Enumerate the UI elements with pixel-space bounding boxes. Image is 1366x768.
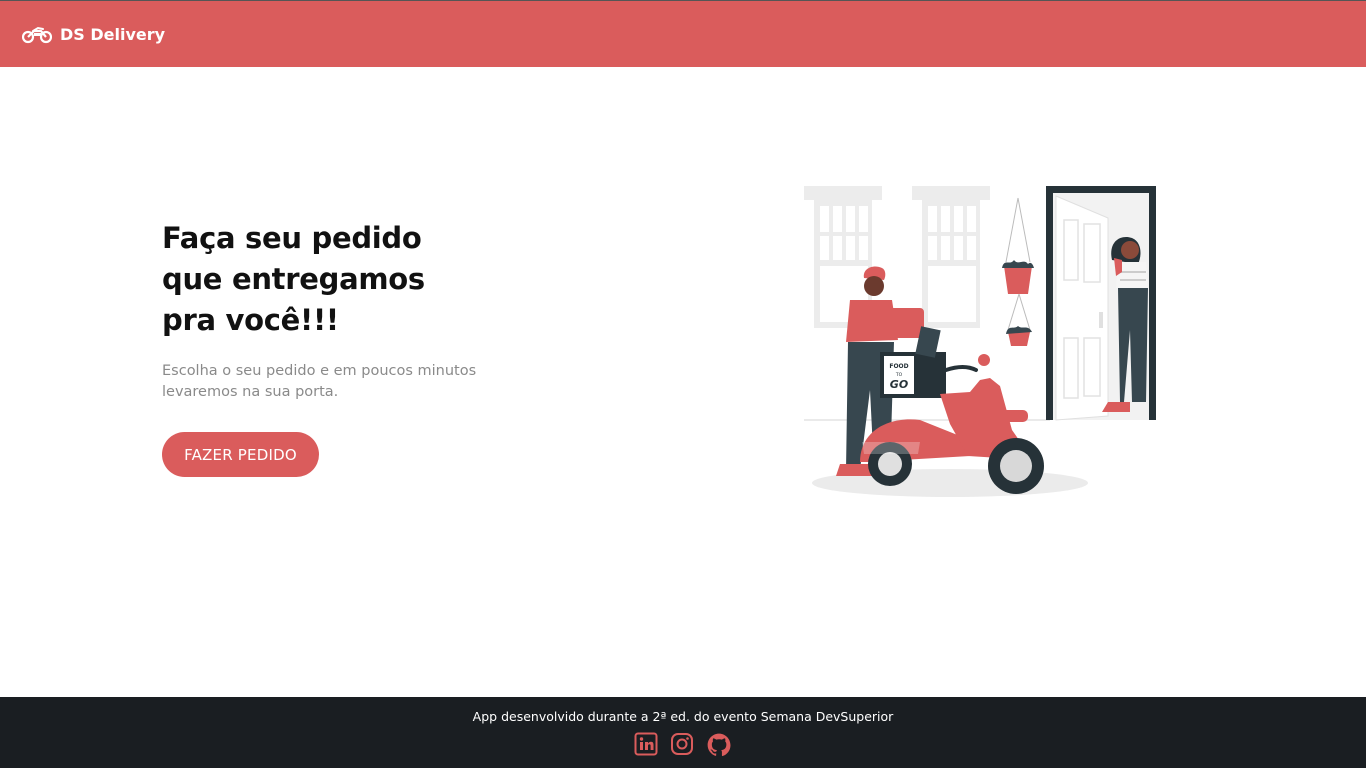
- box-text-food: FOOD: [889, 363, 908, 370]
- hero-title: Faça seu pedido que entregamos pra você!…: [162, 218, 582, 341]
- hero-title-line: pra você!!!: [162, 303, 339, 337]
- instagram-link[interactable]: [670, 732, 694, 758]
- delivery-illustration: FOOD TO GO: [790, 180, 1170, 500]
- order-button[interactable]: FAZER PEDIDO: [162, 432, 319, 477]
- footer-text: App desenvolvido durante a 2ª ed. do eve…: [472, 709, 894, 724]
- linkedin-link[interactable]: [634, 732, 658, 758]
- motorcycle-icon: [22, 24, 52, 44]
- hero-title-line: que entregamos: [162, 262, 425, 296]
- box-text-go: GO: [890, 378, 908, 391]
- hero-title-line: Faça seu pedido: [162, 221, 422, 255]
- delivery-scene-image: FOOD TO GO: [804, 186, 1156, 497]
- brand-name: DS Delivery: [60, 24, 166, 44]
- github-link[interactable]: [706, 732, 732, 758]
- brand-link[interactable]: DS Delivery: [22, 24, 165, 44]
- instagram-icon: [670, 732, 694, 756]
- hero-section: Faça seu pedido que entregamos pra você!…: [162, 218, 582, 477]
- hero-subtitle-line: Escolha o seu pedido e em poucos minutos: [162, 363, 477, 379]
- social-links: [634, 732, 732, 758]
- github-icon: [706, 732, 732, 758]
- hero-subtitle: Escolha o seu pedido e em poucos minutos…: [162, 361, 492, 403]
- navbar: DS Delivery: [0, 0, 1366, 67]
- footer: App desenvolvido durante a 2ª ed. do eve…: [0, 697, 1366, 768]
- hero-subtitle-line: levaremos na sua porta.: [162, 384, 339, 400]
- linkedin-icon: [634, 732, 658, 756]
